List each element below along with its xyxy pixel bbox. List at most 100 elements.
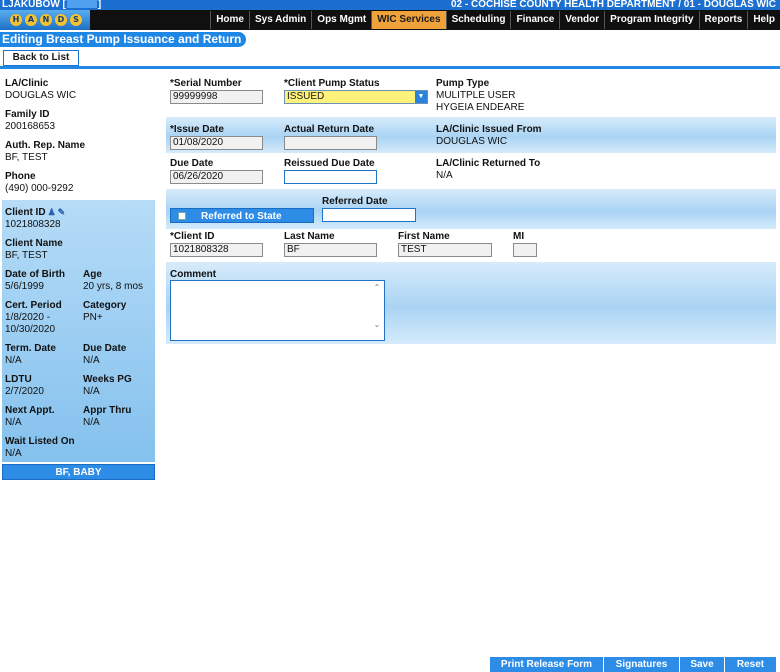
issue-date-field[interactable]: 01/08/2020 xyxy=(170,136,263,150)
chevron-down-icon[interactable]: ▼ xyxy=(415,91,427,103)
next-appt-value: N/A xyxy=(5,417,22,428)
pump-status-value: ISSUED xyxy=(287,91,325,102)
first-name-field[interactable]: TEST xyxy=(398,243,492,257)
cert-end-value: 10/30/2020 xyxy=(5,324,56,335)
term-date-value: N/A xyxy=(5,355,22,366)
page-title: Editing Breast Pump Issuance and Return xyxy=(2,32,242,46)
appr-thru-value: N/A xyxy=(83,417,100,428)
serial-number-field[interactable]: 99999998 xyxy=(170,90,263,104)
nav-vendor[interactable]: Vendor xyxy=(559,11,605,29)
baby-client-button[interactable]: BF, BABY xyxy=(2,464,155,480)
client-id-field[interactable]: 1021808328 xyxy=(170,243,263,257)
nav-wic-services[interactable]: WIC Services xyxy=(371,11,446,29)
logo-letter: H xyxy=(10,14,22,26)
due-date-label: Due Date xyxy=(83,343,127,354)
term-date-label: Term. Date xyxy=(5,343,56,354)
mi-field[interactable] xyxy=(513,243,537,257)
family-id-value: 200168653 xyxy=(5,121,56,132)
nav-ops-mgmt[interactable]: Ops Mgmt xyxy=(311,11,372,29)
nav-reports[interactable]: Reports xyxy=(698,11,748,29)
nav-sys-admin[interactable]: Sys Admin xyxy=(248,11,312,29)
pump-status-select[interactable]: ISSUED ▼ xyxy=(284,90,428,104)
appr-thru-label: Appr Thru xyxy=(83,405,132,416)
back-to-list-button[interactable]: Back to List xyxy=(3,50,79,66)
referred-checkbox[interactable] xyxy=(178,212,186,220)
la-clinic-value: DOUGLAS WIC xyxy=(5,90,77,101)
category-value: PN+ xyxy=(83,312,103,323)
actual-return-date-field[interactable] xyxy=(284,136,377,150)
last-name-label: Last Name xyxy=(284,231,335,242)
referred-to-state-label: Referred to State xyxy=(201,211,282,222)
client-id-label: Client ID xyxy=(5,207,46,218)
due-date-field[interactable]: 06/26/2020 xyxy=(170,170,263,184)
client-name-label: Client Name xyxy=(5,238,63,249)
phone-value: (490) 000-9292 xyxy=(5,183,74,194)
returned-to-label: LA/Clinic Returned To xyxy=(436,158,541,169)
signatures-button[interactable]: Signatures xyxy=(603,657,679,672)
nav-finance[interactable]: Finance xyxy=(510,11,560,29)
ldtu-value: 2/7/2020 xyxy=(5,386,44,397)
user-name-close: ] xyxy=(97,0,102,10)
client-sidebar: LA/Clinic DOUGLAS WIC Family ID 200168653 … xyxy=(2,74,155,480)
nav-help[interactable]: Help xyxy=(747,11,780,29)
auth-rep-value: BF, TEST xyxy=(5,152,48,163)
next-appt-label: Next Appt. xyxy=(5,405,55,416)
wait-listed-value: N/A xyxy=(5,448,22,459)
issued-from-label: LA/Clinic Issued From xyxy=(436,124,542,135)
family-id-label: Family ID xyxy=(5,109,50,120)
cert-period-label: Cert. Period xyxy=(5,300,62,311)
cert-start-value: 1/8/2020 - xyxy=(5,312,51,323)
pump-type-line2: HYGEIA ENDEARE xyxy=(436,102,525,113)
client-id-value: 1021808328 xyxy=(5,219,61,230)
last-name-field[interactable]: BF xyxy=(284,243,377,257)
logo-letter: A xyxy=(25,14,37,26)
top-status-bar: LJAKUBOW [] 02 - COCHISE COUNTY HEALTH D… xyxy=(0,0,780,10)
save-button[interactable]: Save xyxy=(679,657,724,672)
reissued-due-date-field[interactable] xyxy=(284,170,377,184)
logo-letter: N xyxy=(40,14,52,26)
nav-program-integrity[interactable]: Program Integrity xyxy=(604,11,699,29)
returned-to-value: N/A xyxy=(436,170,453,181)
pencil-icon[interactable]: ✎ xyxy=(58,206,66,218)
nav-home[interactable]: Home xyxy=(210,11,249,29)
comment-scrollbar[interactable]: ⌃ ⌄ xyxy=(372,283,382,338)
mi-label: MI xyxy=(513,231,525,242)
reissued-due-date-label: Reissued Due Date xyxy=(284,158,375,169)
pump-status-label: *Client Pump Status xyxy=(284,78,380,89)
weeks-pg-label: Weeks PG xyxy=(83,374,132,385)
print-release-form-button[interactable]: Print Release Form xyxy=(489,657,603,672)
pump-type-label: Pump Type xyxy=(436,78,490,89)
hands-logo: H A N D S xyxy=(0,10,90,30)
serial-number-label: *Serial Number xyxy=(170,78,242,89)
referred-date-field[interactable] xyxy=(322,208,416,222)
client-id-form-label: *Client ID xyxy=(170,231,215,242)
family-info-panel: LA/Clinic DOUGLAS WIC Family ID 200168653 … xyxy=(2,74,155,200)
user-name: LJAKUBOW [ xyxy=(2,0,66,10)
user-role-blank xyxy=(66,0,97,9)
nav-scheduling[interactable]: Scheduling xyxy=(445,11,511,29)
wait-listed-label: Wait Listed On xyxy=(5,436,75,447)
age-value: 20 yrs, 8 mos xyxy=(83,281,144,292)
due-date-value: N/A xyxy=(83,355,100,366)
person-icon[interactable]: ♟ xyxy=(48,206,56,218)
current-user: LJAKUBOW [] xyxy=(2,0,101,10)
la-clinic-label: LA/Clinic xyxy=(5,78,49,89)
category-label: Category xyxy=(83,300,127,311)
age-label: Age xyxy=(83,269,102,280)
client-name-value: BF, TEST xyxy=(5,250,48,261)
chevron-up-icon[interactable]: ⌃ xyxy=(372,283,382,292)
auth-rep-label: Auth. Rep. Name xyxy=(5,140,86,151)
comment-textarea[interactable]: ⌃ ⌄ xyxy=(170,280,385,341)
dob-value: 5/6/1999 xyxy=(5,281,44,292)
referred-to-state-toggle[interactable]: Referred to State xyxy=(170,208,314,223)
title-divider xyxy=(0,66,780,69)
client-info-panel: Client ID ♟ ✎ 1021808328 Client Name BF, TE… xyxy=(2,200,155,462)
reset-button[interactable]: Reset xyxy=(724,657,776,672)
logo-letter: D xyxy=(55,14,67,26)
actual-return-date-label: Actual Return Date xyxy=(284,124,375,135)
dob-label: Date of Birth xyxy=(5,269,65,280)
chevron-down-icon[interactable]: ⌄ xyxy=(372,320,382,329)
first-name-label: First Name xyxy=(398,231,450,242)
issued-from-value: DOUGLAS WIC xyxy=(436,136,508,147)
ldtu-label: LDTU xyxy=(5,374,32,385)
